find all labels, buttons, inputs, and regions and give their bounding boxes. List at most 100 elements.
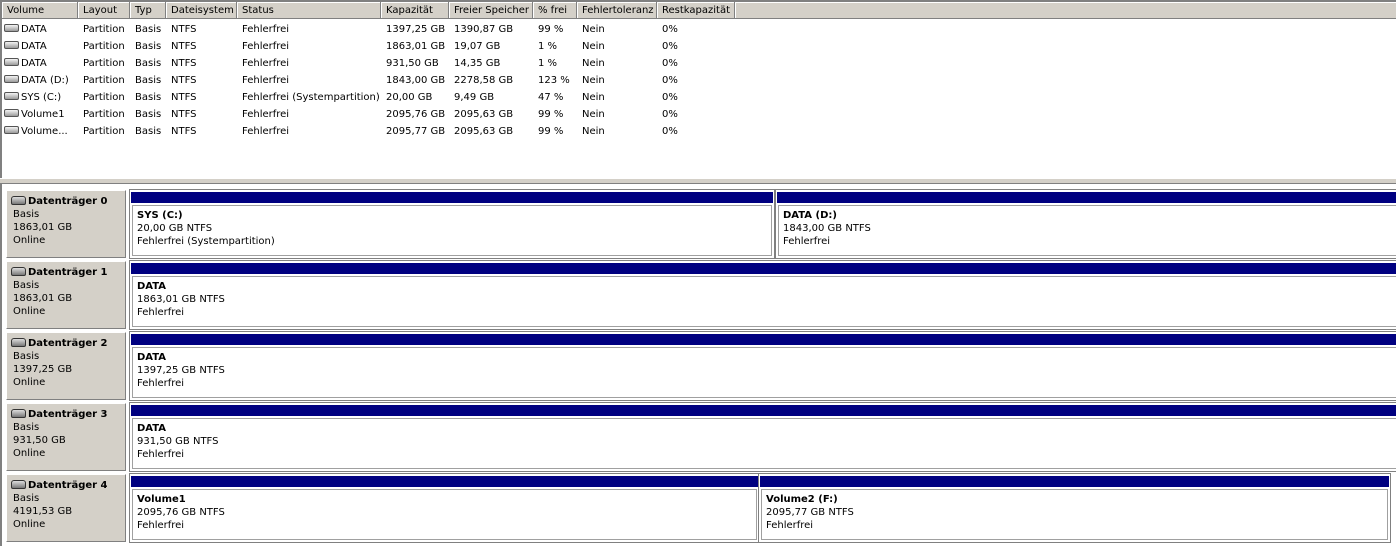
cell-fehlertoleranz: Nein	[582, 41, 605, 52]
column-header-dateisystem[interactable]: Dateisystem	[166, 2, 237, 19]
cell-typ: Basis	[135, 58, 162, 69]
disk-type: Basis	[13, 351, 40, 362]
partition-details: Volume2 (F:) 2095,77 GB NTFS Fehlerfrei	[761, 489, 1388, 540]
table-row[interactable]: Volume... Partition Basis NTFS Fehlerfrei 209…	[2, 123, 1396, 140]
cell-volume: Volume1	[2, 106, 78, 123]
cell-status: Fehlerfrei	[242, 24, 290, 35]
cell-fehlertoleranz: Nein	[582, 24, 605, 35]
partition-name: DATA	[137, 281, 167, 292]
partition-block[interactable]: DATA 1863,01 GB NTFS Fehlerfrei	[129, 260, 1396, 330]
cell-status: Fehlerfrei	[242, 75, 290, 86]
disk-drive-icon	[11, 195, 26, 205]
column-header-row: Volume Layout Typ Dateisystem Status Kapazitä…	[2, 2, 1396, 19]
partition-size: 931,50 GB NTFS	[137, 436, 219, 447]
volume-list-view[interactable]: Volume Layout Typ Dateisystem Status Kapazitä…	[0, 0, 1396, 178]
cell-freier-speicher: 2095,63 GB	[454, 109, 514, 120]
disk-state: Online	[13, 448, 46, 459]
cell-restkapazitaet: 0%	[662, 126, 678, 137]
disk-4: Datenträger 4 Basis 4191,53 GB Online Volume…	[6, 473, 1396, 543]
cell-layout: Partition	[83, 58, 125, 69]
partition-details: DATA 1397,25 GB NTFS Fehlerfrei	[132, 347, 1396, 398]
partition-block[interactable]: DATA 1397,25 GB NTFS Fehlerfrei	[129, 331, 1396, 401]
partition-name: SYS (C:)	[137, 210, 183, 221]
partition-color-bar	[131, 405, 1396, 416]
table-row[interactable]: Volume1 Partition Basis NTFS Fehlerfrei 2095,…	[2, 106, 1396, 123]
disk-type: Basis	[13, 422, 40, 433]
partition-block[interactable]: Volume1 2095,76 GB NTFS Fehlerfrei	[129, 473, 760, 543]
cell-kapazitaet: 1397,25 GB	[386, 24, 446, 35]
cell-fehlertoleranz: Nein	[582, 126, 605, 137]
hard-drive-icon	[4, 126, 19, 134]
disk-state: Online	[13, 235, 46, 246]
disk-1: Datenträger 1 Basis 1863,01 GB Online DATA 18…	[6, 260, 1396, 330]
cell-fehlertoleranz: Nein	[582, 92, 605, 103]
volume-name: DATA	[21, 58, 47, 69]
disk-graphical-view[interactable]: Datenträger 0 Basis 1863,01 GB Online SYS (C…	[0, 184, 1396, 546]
disk-size: 1863,01 GB	[13, 222, 73, 233]
partition-size: 1843,00 GB NTFS	[783, 223, 871, 234]
volume-name: Volume...	[21, 126, 68, 137]
partition-status: Fehlerfrei	[137, 520, 185, 531]
column-header-kapazitaet[interactable]: Kapazität	[381, 2, 449, 19]
column-header-volume[interactable]: Volume	[2, 2, 78, 19]
column-header-layout[interactable]: Layout	[78, 2, 130, 19]
disk-type: Basis	[13, 280, 40, 291]
column-header-typ[interactable]: Typ	[130, 2, 166, 19]
cell-typ: Basis	[135, 41, 162, 52]
column-header-fehlertoleranz[interactable]: Fehlertoleranz	[577, 2, 657, 19]
cell-restkapazitaet: 0%	[662, 58, 678, 69]
cell-volume: DATA	[2, 55, 78, 72]
disk-info-panel[interactable]: Datenträger 0 Basis 1863,01 GB Online	[6, 190, 126, 258]
partition-status: Fehlerfrei	[137, 378, 185, 389]
column-header-freier-speicher[interactable]: Freier Speicher	[449, 2, 533, 19]
disk-info-panel[interactable]: Datenträger 3 Basis 931,50 GB Online	[6, 403, 126, 471]
disk-info-panel[interactable]: Datenträger 2 Basis 1397,25 GB Online	[6, 332, 126, 400]
partition-name: Volume2 (F:)	[766, 494, 838, 505]
cell-prozent-frei: 47 %	[538, 92, 564, 103]
column-header-status[interactable]: Status	[237, 2, 381, 19]
table-row[interactable]: DATA Partition Basis NTFS Fehlerfrei 1863,01 …	[2, 38, 1396, 55]
cell-freier-speicher: 1390,87 GB	[454, 24, 514, 35]
cell-prozent-frei: 123 %	[538, 75, 570, 86]
hard-drive-icon	[4, 58, 19, 66]
cell-restkapazitaet: 0%	[662, 24, 678, 35]
cell-dateisystem: NTFS	[171, 109, 197, 120]
table-row[interactable]: SYS (C:) Partition Basis NTFS Fehlerfrei (Sy…	[2, 89, 1396, 106]
partition-block[interactable]: DATA 931,50 GB NTFS Fehlerfrei	[129, 402, 1396, 472]
table-row[interactable]: DATA Partition Basis NTFS Fehlerfrei 1397,25 …	[2, 21, 1396, 38]
disk-state: Online	[13, 377, 46, 388]
disk-size: 1863,01 GB	[13, 293, 73, 304]
disk-info-panel[interactable]: Datenträger 1 Basis 1863,01 GB Online	[6, 261, 126, 329]
cell-prozent-frei: 99 %	[538, 126, 564, 137]
cell-fehlertoleranz: Nein	[582, 109, 605, 120]
disk-size: 4191,53 GB	[13, 506, 73, 517]
partition-color-bar	[131, 192, 773, 203]
partition-size: 1863,01 GB NTFS	[137, 294, 225, 305]
column-header-restkapazitaet[interactable]: Restkapazität	[657, 2, 735, 19]
cell-kapazitaet: 1863,01 GB	[386, 41, 446, 52]
partition-block[interactable]: SYS (C:) 20,00 GB NTFS Fehlerfrei (Systemp…	[129, 189, 775, 259]
partition-details: Volume1 2095,76 GB NTFS Fehlerfrei	[132, 489, 757, 540]
cell-freier-speicher: 9,49 GB	[454, 92, 495, 103]
table-row[interactable]: DATA Partition Basis NTFS Fehlerfrei 931,50 G…	[2, 55, 1396, 72]
partition-name: DATA	[137, 352, 167, 363]
cell-dateisystem: NTFS	[171, 41, 197, 52]
cell-prozent-frei: 99 %	[538, 24, 564, 35]
cell-prozent-frei: 1 %	[538, 58, 558, 69]
partition-block[interactable]: Volume2 (F:) 2095,77 GB NTFS Fehlerfrei	[758, 473, 1391, 543]
volume-name: Volume1	[21, 109, 65, 120]
partition-details: DATA 1863,01 GB NTFS Fehlerfrei	[132, 276, 1396, 327]
table-row[interactable]: DATA (D:) Partition Basis NTFS Fehlerfrei 184…	[2, 72, 1396, 89]
cell-dateisystem: NTFS	[171, 24, 197, 35]
partition-block[interactable]: DATA (D:) 1843,00 GB NTFS Fehlerfrei	[775, 189, 1396, 259]
cell-restkapazitaet: 0%	[662, 75, 678, 86]
disk-state: Online	[13, 306, 46, 317]
cell-freier-speicher: 2095,63 GB	[454, 126, 514, 137]
partition-details: DATA (D:) 1843,00 GB NTFS Fehlerfrei	[778, 205, 1396, 256]
cell-typ: Basis	[135, 92, 162, 103]
disk-info-panel[interactable]: Datenträger 4 Basis 4191,53 GB Online	[6, 474, 126, 542]
hard-drive-icon	[4, 75, 19, 83]
column-header-prozent-frei[interactable]: % frei	[533, 2, 577, 19]
cell-restkapazitaet: 0%	[662, 109, 678, 120]
cell-layout: Partition	[83, 126, 125, 137]
